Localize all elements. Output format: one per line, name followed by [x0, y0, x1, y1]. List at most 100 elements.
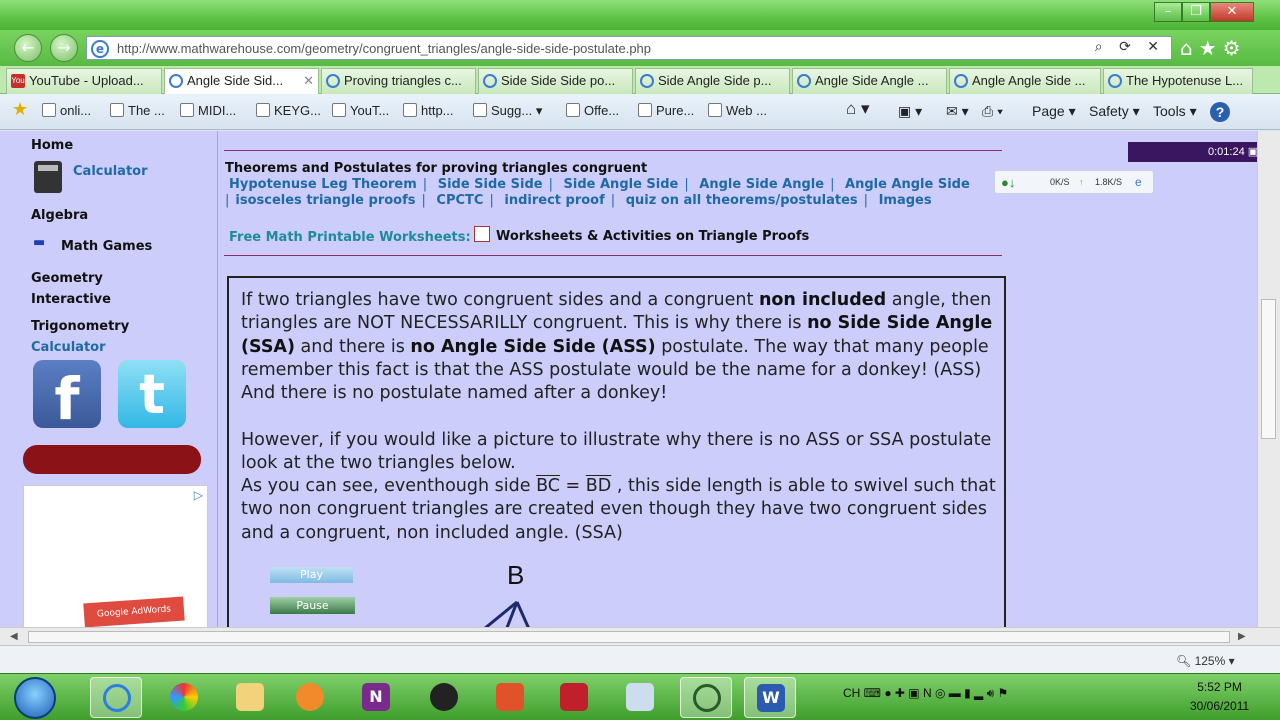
taskbar-app[interactable]	[548, 677, 600, 718]
tab-side-angle-side[interactable]: Side Angle Side p...	[635, 68, 790, 94]
fav-item[interactable]: YouT...	[332, 103, 389, 118]
fav-item[interactable]: onli...	[42, 103, 91, 118]
link-side-side-side[interactable]: Side Side Side	[438, 177, 543, 192]
sidebar-item-home[interactable]: Home	[31, 138, 73, 153]
sidebar-item-geometry[interactable]: Geometry	[31, 271, 103, 286]
scroll-thumb[interactable]	[28, 631, 1230, 643]
language-indicator[interactable]: CH	[843, 686, 860, 700]
safety-menu[interactable]: Safety ▾	[1089, 103, 1140, 120]
home-favorites-settings-icons[interactable]: ⌂★⚙	[1180, 36, 1247, 60]
link-cpctc[interactable]: CPCTC	[436, 193, 483, 208]
ad-box[interactable]: ▷ Google AdWords	[23, 485, 208, 627]
fav-item[interactable]: Pure...	[638, 103, 694, 118]
worksheets-link[interactable]: Worksheets & Activities on Triangle Proo…	[474, 226, 809, 244]
taskbar-app[interactable]	[680, 677, 732, 718]
fav-label: YouT...	[350, 103, 390, 118]
taskbar-ie[interactable]	[90, 677, 142, 718]
fav-item[interactable]: Offe...	[566, 103, 619, 118]
tab-angle-angle-side[interactable]: Angle Angle Side ...	[949, 68, 1101, 94]
sidebar-item-calculator[interactable]: Calculator	[73, 164, 148, 179]
network-speed-widget[interactable]: ●↓ 0K/S ↑ 1.8K/S e	[994, 170, 1154, 194]
tab-side-side-side[interactable]: Side Side Side po...	[478, 68, 633, 94]
address-url[interactable]: http://www.mathwarehouse.com/geometry/co…	[117, 41, 651, 56]
link-angle-angle-side[interactable]: Angle Angle Side	[845, 177, 970, 192]
zoom-control[interactable]: 🔍︎ 125% ▾	[1176, 654, 1235, 668]
page-menu[interactable]: Page ▾	[1032, 103, 1076, 120]
tab-youtube[interactable]: You YouTube - Upload...	[6, 68, 162, 94]
link-angle-side-angle[interactable]: Angle Side Angle	[699, 177, 824, 192]
tab-angle-side-side[interactable]: Angle Side Sid... ✕	[164, 68, 319, 94]
taskbar-app[interactable]	[614, 677, 666, 718]
download-speed: 0K/S	[1050, 177, 1070, 187]
taskbar-app[interactable]	[224, 677, 276, 718]
link-indirect-proof[interactable]: indirect proof	[504, 193, 604, 208]
address-bar-icons[interactable]: ⌕ ⟳ ✕	[1095, 39, 1165, 55]
taskbar-app[interactable]	[284, 677, 336, 718]
clock-date: 30/06/2011	[1190, 699, 1250, 713]
link-side-angle-side[interactable]: Side Angle Side	[564, 177, 679, 192]
taskbar-app[interactable]: N	[350, 677, 402, 718]
link-hypotenuse-leg[interactable]: Hypotenuse Leg Theorem	[229, 177, 417, 192]
maximize-button[interactable]: ❐	[1182, 2, 1210, 22]
downloader-icon	[560, 683, 588, 711]
adchoices-icon[interactable]: ▷	[194, 488, 203, 502]
link-isosceles[interactable]: isosceles triangle proofs	[235, 193, 415, 208]
play-button[interactable]: Play	[270, 567, 353, 583]
sidebar-item-trig-calculator[interactable]: Calculator	[31, 340, 106, 355]
link-separator: |	[225, 193, 230, 208]
ie-tab-icon	[169, 74, 183, 88]
back-button[interactable]: ←	[14, 34, 42, 62]
tools-menu[interactable]: Tools ▾	[1153, 103, 1197, 120]
horizontal-scrollbar[interactable]: ◀ ▶	[0, 627, 1280, 645]
minimize-button[interactable]: –	[1154, 2, 1182, 22]
close-tab-icon[interactable]: ✕	[303, 69, 314, 93]
rss-icon[interactable]: ▣ ▾	[898, 103, 922, 120]
sidebar-item-algebra[interactable]: Algebra	[31, 208, 88, 223]
tab-angle-side-angle[interactable]: Angle Side Angle ...	[792, 68, 947, 94]
word-icon: W	[757, 684, 785, 712]
fav-item[interactable]: http...	[403, 103, 454, 118]
fav-item[interactable]: Web ...	[708, 103, 767, 118]
address-bar[interactable]: e http://www.mathwarehouse.com/geometry/…	[86, 36, 1172, 60]
system-tray[interactable]: CH ⌨ ● ✚ ▣ N ◎ ▬ ▮ ▂ 🔊︎ ⚑	[843, 686, 1008, 701]
red-banner[interactable]	[23, 445, 201, 474]
forward-button[interactable]: →	[50, 34, 78, 62]
link-images[interactable]: Images	[879, 193, 932, 208]
sidebar-item-interactive[interactable]: Interactive	[31, 292, 111, 307]
sidebar-item-trigonometry[interactable]: Trigonometry	[31, 319, 129, 334]
taskbar-word[interactable]: W	[744, 677, 796, 718]
triangle-side	[484, 600, 518, 627]
clock[interactable]: 5:52 PM 30/06/2011	[1190, 678, 1249, 716]
favorites-star-icon[interactable]: ★	[12, 99, 28, 120]
print-icon[interactable]: ⎙ ▾	[982, 103, 1003, 120]
divider	[224, 150, 1002, 151]
vertical-scrollbar[interactable]	[1257, 131, 1280, 627]
home-icon[interactable]: ⌂ ▾	[846, 99, 870, 119]
fav-item[interactable]: KEYG...	[256, 103, 321, 118]
taskbar-app[interactable]	[418, 677, 470, 718]
calculator-icon[interactable]	[34, 161, 62, 193]
tab-label: The Hypotenuse L...	[1126, 73, 1244, 88]
fav-item[interactable]: The ...	[110, 103, 165, 118]
scroll-right-icon[interactable]: ▶	[1238, 631, 1246, 642]
start-button[interactable]	[14, 677, 56, 719]
ie-tab-icon	[640, 74, 654, 88]
close-window-button[interactable]: ✕	[1210, 2, 1254, 22]
twitter-icon[interactable]: t	[118, 360, 186, 428]
mail-icon[interactable]: ✉ ▾	[946, 103, 969, 120]
taskbar-app[interactable]	[158, 677, 210, 718]
scroll-left-icon[interactable]: ◀	[10, 631, 18, 642]
help-icon[interactable]: ?	[1210, 102, 1230, 122]
link-quiz[interactable]: quiz on all theorems/postulates	[626, 193, 858, 208]
tab-hypotenuse[interactable]: The Hypotenuse L...	[1103, 68, 1253, 94]
fav-item[interactable]: MIDI...	[180, 103, 236, 118]
screen-recorder-widget[interactable]: 0:01:24 ▣	[1128, 142, 1266, 162]
taskbar-app[interactable]	[484, 677, 536, 718]
pause-button[interactable]: Pause	[270, 597, 355, 614]
tab-proving-triangles[interactable]: Proving triangles c...	[321, 68, 476, 94]
fav-item[interactable]: Sugg... ▾	[473, 103, 542, 119]
scroll-thumb[interactable]	[1261, 299, 1276, 439]
sidebar-item-math-games[interactable]: Math Games	[61, 239, 152, 254]
link-separator: |	[489, 193, 494, 208]
facebook-icon[interactable]: f	[33, 360, 101, 433]
